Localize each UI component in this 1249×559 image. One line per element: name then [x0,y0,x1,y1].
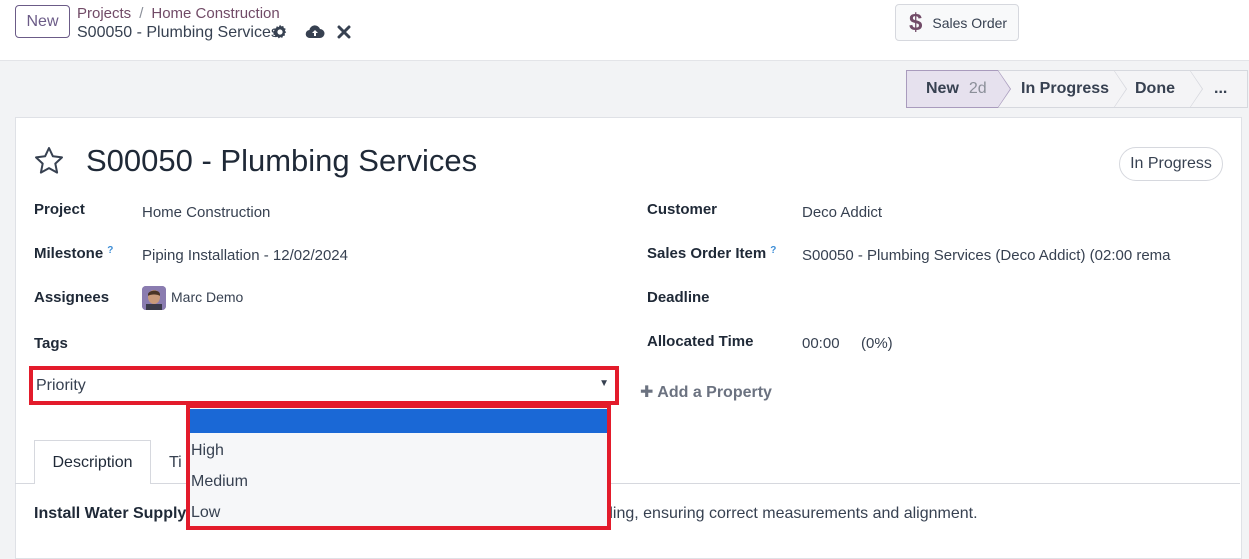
stage-new[interactable]: New 2d [906,70,1011,108]
stage-duration: 2d [968,80,987,97]
priority-option-empty[interactable] [190,409,607,433]
description-heading: Install Water Supply [34,505,187,522]
breadcrumb: Projects / Home Construction [77,5,280,22]
stage-in-progress[interactable]: In Progress [998,70,1127,108]
avatar [142,286,166,310]
assignee-name[interactable]: Marc Demo [171,289,243,305]
add-property-button[interactable]: ✚ Add a Property [640,382,772,402]
project-field[interactable]: Home Construction [142,204,270,221]
milestone-label-text: Milestone [34,245,104,262]
new-record-button[interactable]: New [15,5,70,38]
plus-icon: ✚ [640,384,654,401]
breadcrumb-current-record: S00050 - Plumbing Services [77,24,279,41]
add-property-label: Add a Property [657,384,772,401]
priority-dropdown: High Medium Low [186,404,611,530]
stage-label: New [926,80,959,97]
sales-order-item-field[interactable]: S00050 - Plumbing Services (Deco Addict)… [802,247,1171,264]
assignees-label: Assignees [34,289,110,306]
tab-description[interactable]: Description [34,440,151,484]
priority-select-value: Priority [36,377,86,394]
stage-label: ... [1214,80,1228,97]
tab-timesheets[interactable]: Ti [169,454,182,472]
control-panel: New Projects / Home Construction S00050 - … [0,0,1249,61]
sales-order-item-label: Sales Order Item? [647,245,776,262]
breadcrumb-separator: / [139,5,144,22]
allocated-time-percent: (0%) [861,335,893,352]
breadcrumb-projects[interactable]: Projects [77,5,131,22]
priority-select[interactable]: Priority ▼ [29,366,619,405]
sales-order-item-label-text: Sales Order Item [647,245,767,262]
priority-option-low[interactable]: Low [190,495,607,526]
tags-label: Tags [34,335,68,352]
breadcrumb-home-construction[interactable]: Home Construction [151,5,279,22]
allocated-time-label: Allocated Time [647,333,754,350]
gear-icon[interactable] [272,24,288,40]
discard-icon[interactable] [337,25,351,39]
project-label: Project [34,201,85,218]
help-icon[interactable]: ? [770,245,776,256]
record-title[interactable]: S00050 - Plumbing Services [86,143,477,179]
star-icon[interactable] [33,145,65,177]
cloud-upload-icon[interactable] [305,24,325,40]
customer-label: Customer [647,201,718,218]
sales-order-button[interactable]: $ Sales Order [895,4,1019,41]
caret-down-icon: ▼ [599,378,609,389]
stage-statusbar: New 2d In Progress Done ... [906,70,1248,108]
customer-field[interactable]: Deco Addict [802,204,882,221]
state-badge[interactable]: In Progress [1119,147,1223,181]
priority-option-high[interactable]: High [190,433,607,464]
stage-label: Done [1135,80,1175,97]
sales-order-label: Sales Order [932,14,1008,31]
stage-label: In Progress [1021,80,1110,97]
help-icon[interactable]: ? [107,245,113,256]
allocated-time-field[interactable]: 00:00 [802,335,840,352]
milestone-label: Milestone? [34,245,113,262]
priority-option-medium[interactable]: Medium [190,464,607,495]
milestone-field[interactable]: Piping Installation - 12/02/2024 [142,247,348,264]
deadline-label: Deadline [647,289,710,306]
dollar-icon: $ [909,8,923,36]
description-text: ding, ensuring correct measurements and … [604,505,978,522]
